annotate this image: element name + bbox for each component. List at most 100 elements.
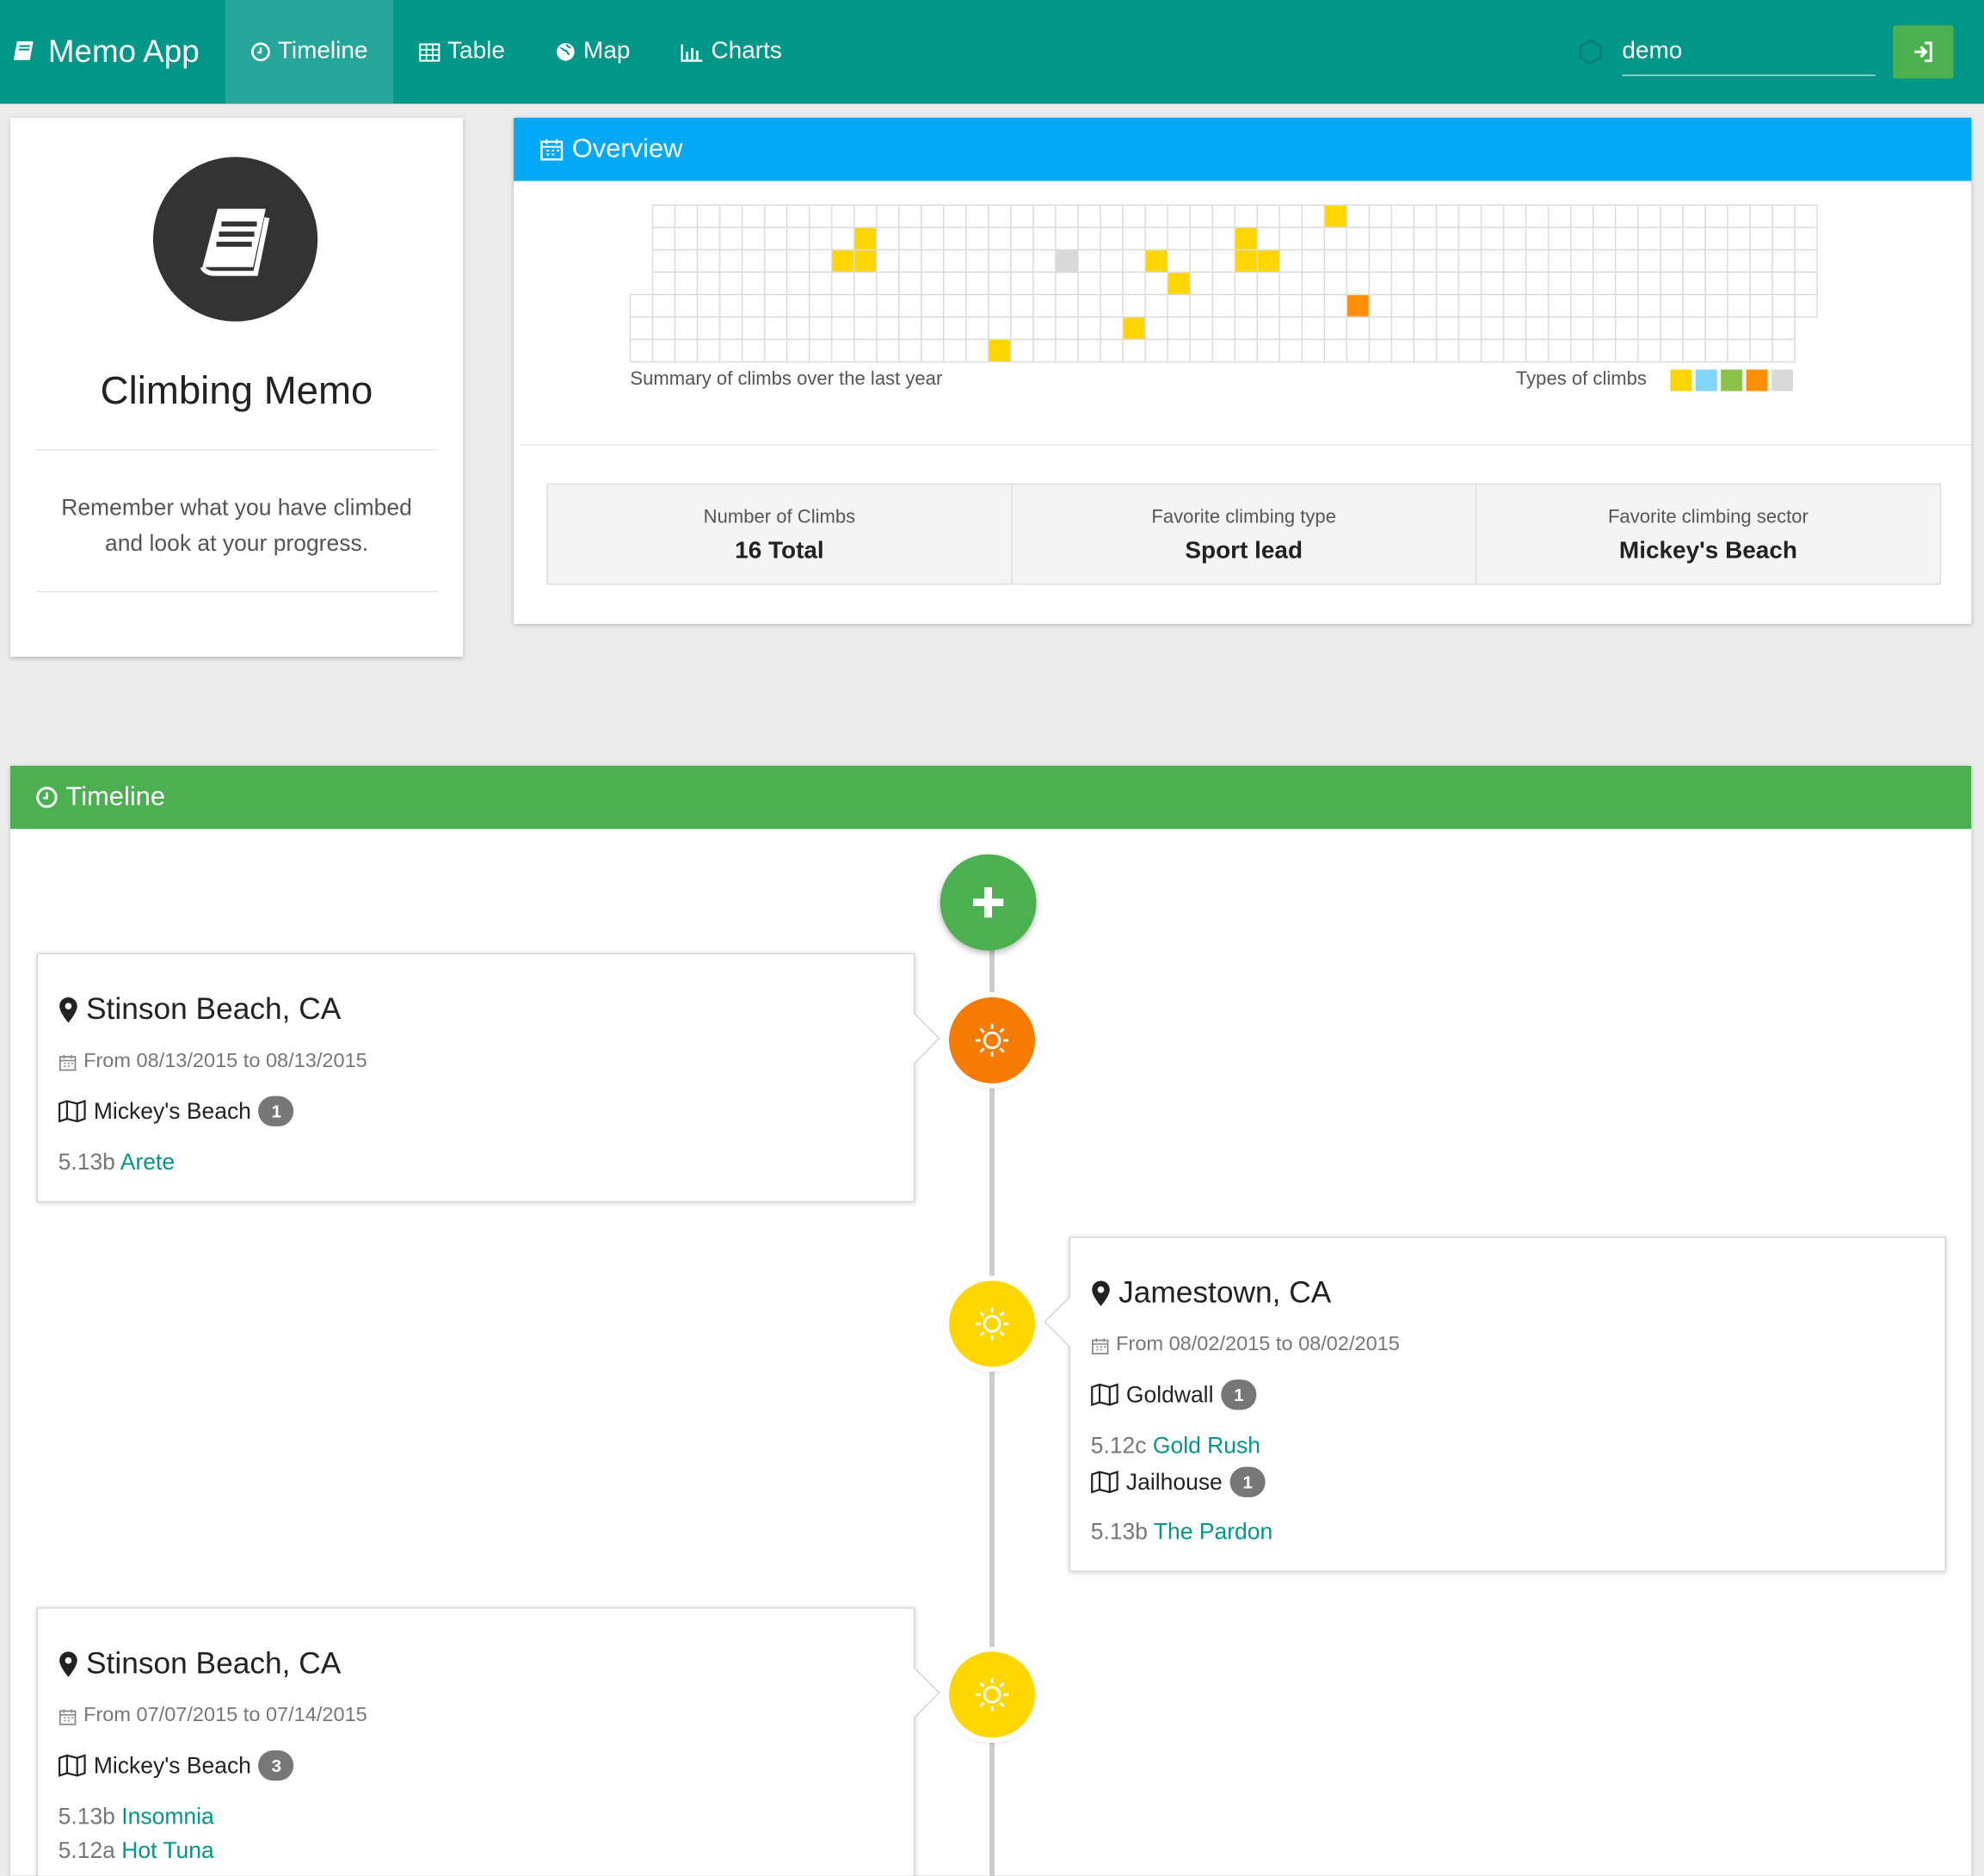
heatmap-day (1569, 293, 1594, 318)
route-link[interactable]: Gold Rush (1153, 1433, 1260, 1458)
route-link[interactable]: The Pardon (1154, 1519, 1272, 1544)
heatmap-day (1144, 204, 1168, 229)
heatmap-day (965, 316, 989, 341)
heatmap-day (1480, 226, 1505, 251)
timeline-entry: Stinson Beach, CA From 07/07/2015 to 07/… (36, 1607, 915, 1876)
nav-charts[interactable]: Charts (656, 0, 807, 104)
heatmap-day (1323, 293, 1348, 318)
heatmap-day (718, 316, 743, 341)
sector-name[interactable]: Goldwall (1126, 1381, 1214, 1408)
heatmap-day (1615, 271, 1639, 296)
sun-icon (975, 1307, 1009, 1341)
route-item: 5.12c Gold Rush (1091, 1433, 1260, 1459)
heatmap-day (629, 316, 654, 341)
heatmap-day (1480, 338, 1505, 363)
heatmap-day (943, 293, 967, 318)
divider (35, 590, 438, 593)
heatmap-day (741, 204, 766, 229)
heatmap-day (921, 249, 945, 274)
heatmap-day (988, 271, 1012, 296)
heatmap-day (1502, 204, 1527, 229)
heatmap-day (1637, 226, 1661, 251)
heatmap-day (1122, 271, 1146, 296)
nav-timeline[interactable]: Timeline (225, 0, 393, 104)
heatmap-day (1368, 271, 1393, 296)
timeline-header: Timeline (9, 765, 1972, 830)
sector-name[interactable]: Mickey's Beach (94, 1098, 251, 1125)
heatmap-day (1055, 338, 1079, 363)
route-link[interactable]: Hot Tuna (121, 1837, 213, 1862)
heatmap-day (1211, 338, 1235, 363)
heatmap-day-active (1234, 249, 1259, 274)
nav-map[interactable]: Map (530, 0, 656, 104)
sun-icon (975, 1678, 1009, 1712)
heatmap-day (1525, 271, 1550, 296)
heatmap-day (1569, 226, 1594, 251)
route-link[interactable]: Insomnia (121, 1804, 213, 1829)
heatmap-day (1435, 249, 1460, 274)
heatmap-day (943, 226, 967, 251)
heatmap-day (1100, 316, 1124, 341)
heatmap-day (741, 271, 766, 296)
heatmap-day (1256, 226, 1281, 251)
sector-name[interactable]: Jailhouse (1126, 1469, 1223, 1496)
heatmap-day (1457, 226, 1482, 251)
heatmap-day (1346, 338, 1371, 363)
heatmap-day (1435, 226, 1460, 251)
heatmap-day (1457, 249, 1482, 274)
heatmap-day (1279, 249, 1303, 274)
login-button[interactable] (1893, 25, 1954, 79)
sector-name[interactable]: Mickey's Beach (94, 1752, 251, 1779)
heatmap-day (1413, 226, 1438, 251)
heatmap-day (1211, 226, 1235, 251)
brand-label: Memo App (47, 33, 200, 70)
stat-type: Favorite climbing type Sport lead (1013, 484, 1477, 583)
navbar: Memo App Timeline Table Map Charts (0, 0, 1984, 104)
heatmap-day (1189, 338, 1213, 363)
brand[interactable]: Memo App (0, 0, 225, 104)
heatmap-day (1211, 249, 1235, 274)
heatmap-day (1010, 204, 1034, 229)
heatmap-day (1547, 204, 1572, 229)
climb-heatmap (629, 204, 1818, 363)
timeline-title: Timeline (65, 781, 166, 811)
heatmap-day (1457, 293, 1482, 318)
heatmap-day (830, 204, 855, 229)
entry-sector: Jailhouse 1 (1091, 1466, 1266, 1497)
add-climb-button[interactable] (940, 854, 1037, 951)
heatmap-day (1144, 338, 1168, 363)
heatmap-day (1189, 226, 1213, 251)
heatmap-day (1144, 293, 1168, 318)
heatmap-day (1615, 204, 1639, 229)
heatmap-day (1749, 249, 1773, 274)
heatmap-day (1167, 204, 1191, 229)
entry-date: From 08/02/2015 to 08/02/2015 (1091, 1334, 1400, 1356)
heatmap-day (1122, 204, 1146, 229)
heatmap-day (1413, 204, 1438, 229)
heatmap-day (1569, 271, 1594, 296)
heatmap-day (1032, 293, 1057, 318)
heatmap-day (1055, 293, 1079, 318)
heatmap-day (830, 271, 855, 296)
heatmap-day (1032, 271, 1057, 296)
route-item: 5.13b Insomnia (59, 1804, 214, 1830)
heatmap-day (1144, 271, 1168, 296)
heatmap-day (1593, 271, 1617, 296)
heatmap-day (1413, 271, 1438, 296)
heatmap-day (1569, 249, 1594, 274)
heatmap-day (1704, 338, 1728, 363)
heatmap-day (1615, 316, 1639, 341)
heatmap-day (629, 293, 654, 318)
heatmap-day (629, 338, 654, 363)
username-input[interactable] (1622, 28, 1876, 76)
nav-table[interactable]: Table (393, 0, 530, 104)
heatmap-day (965, 293, 989, 318)
heatmap-day (696, 316, 721, 341)
heatmap-day (1704, 293, 1728, 318)
heatmap-day (1771, 293, 1796, 318)
heatmap-day (1077, 293, 1101, 318)
heatmap-day (1704, 316, 1728, 341)
heatmap-day (808, 293, 833, 318)
route-link[interactable]: Arete (120, 1149, 175, 1174)
map-icon (59, 1754, 86, 1777)
